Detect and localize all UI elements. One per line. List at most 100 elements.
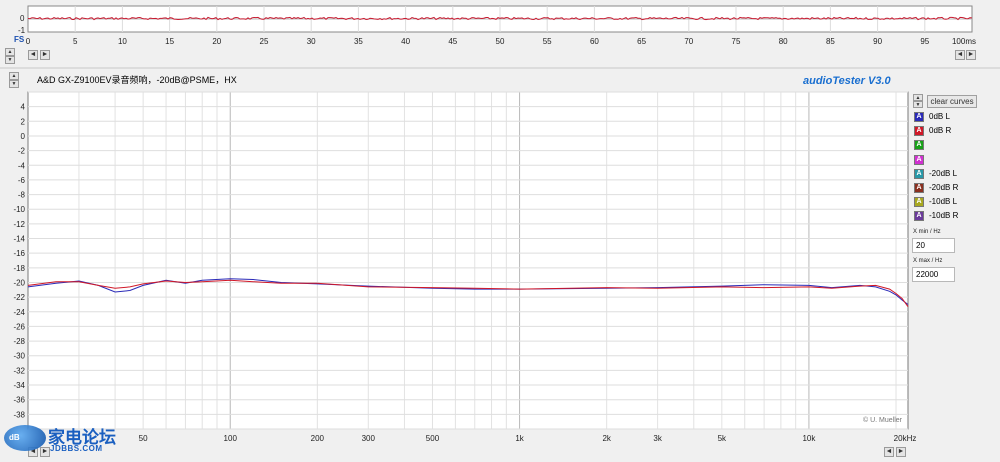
y-tick-label: -6 [18, 176, 26, 185]
legend-color-chip[interactable]: A [914, 140, 924, 151]
frequency-plot-area [27, 91, 909, 430]
chevron-right-icon: ► [41, 51, 49, 58]
watermark-small-text: dB [9, 433, 20, 442]
app-canvas: 0 5 10 15 20 25 30 35 40 45 50 55 60 65 70 75 80 85 90 95 10… [0, 5, 1000, 443]
scope-scale-up-button[interactable]: ▲ [5, 48, 15, 56]
scope-time-tick: 85 [826, 37, 835, 46]
scope-y-label-0: 0 [20, 14, 25, 23]
x-max-label: X max / Hz [913, 258, 943, 264]
y-tick-label: -16 [13, 249, 25, 258]
scope-scroll-left-button[interactable]: ◄ [28, 50, 38, 60]
x-tick-label: 50 [139, 434, 148, 443]
scope-time-tick: 15 [165, 37, 174, 46]
legend-label: 0dB L [929, 112, 950, 121]
y-tick-label: -22 [13, 293, 25, 302]
chevron-down-icon: ▼ [915, 102, 921, 108]
copyright-note: © U. Mueller [863, 416, 903, 424]
fs-label: FS [14, 35, 25, 44]
scope-time-tick: 95 [920, 37, 929, 46]
y-tick-label: -26 [13, 322, 25, 331]
app-brand-title: audioTester V3.0 [803, 75, 891, 87]
scope-time-tick: 80 [779, 37, 788, 46]
x-tick-label: 10k [802, 434, 816, 443]
frequency-x-axis: 50 100 200 300 500 1k 2k 3k 5k 10k 20kHz [139, 434, 917, 443]
scope-time-tick: 25 [260, 37, 269, 46]
legend-color-chip[interactable]: A [914, 126, 924, 137]
x-tick-label: 20kHz [894, 434, 917, 443]
scope-time-tick: 90 [873, 37, 882, 46]
y-tick-label: -2 [18, 147, 26, 156]
x-tick-label: 200 [311, 434, 325, 443]
y-tick-label: 4 [21, 103, 26, 112]
scope-y-label-1: -1 [18, 26, 26, 35]
chevron-right-icon: ► [967, 51, 975, 58]
chevron-up-icon: ▲ [7, 49, 13, 55]
scope-time-tick: 75 [732, 37, 741, 46]
top-scope-time-axis: 0 5 10 15 20 25 30 35 40 45 50 55 60 65 70 75 80 85 90 95 10… [26, 37, 976, 46]
legend-color-chip[interactable]: A [914, 168, 924, 179]
scope-scroll-right-button[interactable]: ► [40, 50, 50, 60]
legend-color-chip[interactable]: A [914, 211, 924, 222]
legend-color-chip[interactable]: A [914, 197, 924, 208]
scope-time-tick: 100ms [952, 37, 976, 46]
y-tick-label: -30 [13, 352, 25, 361]
y-tick-label: -4 [18, 161, 26, 170]
y-tick-label: -12 [13, 220, 25, 229]
chevron-down-icon: ▼ [7, 57, 13, 63]
legend-label: -20dB R [929, 183, 959, 192]
x-tick-label: 500 [426, 434, 440, 443]
y-tick-label: -14 [13, 235, 25, 244]
legend-label: -20dB L [929, 168, 958, 178]
scope-scale-down-button[interactable]: ▼ [5, 56, 15, 64]
scope-time-tick: 5 [73, 37, 78, 46]
y-tick-label: -34 [13, 381, 25, 390]
scope-time-tick: 65 [637, 37, 646, 46]
scope-time-tick: 60 [590, 37, 599, 46]
y-tick-label: -28 [13, 337, 25, 346]
freq-zoom-right-button[interactable]: ► [896, 447, 906, 457]
scope-zoom-right-button[interactable]: ► [966, 50, 976, 60]
y-tick-label: -24 [13, 308, 25, 317]
scope-time-tick: 0 [26, 37, 31, 46]
chevron-up-icon: ▲ [11, 73, 17, 79]
x-tick-label: 3k [653, 434, 662, 443]
scope-time-tick: 35 [354, 37, 363, 46]
chevron-left-icon: ◄ [956, 51, 964, 58]
freq-zoom-left-button[interactable]: ◄ [884, 447, 894, 457]
scope-time-tick: 20 [212, 37, 221, 46]
y-tick-label: -38 [13, 410, 25, 419]
scope-time-tick: 50 [496, 37, 505, 46]
watermark-en-text: JDBBS.COM [50, 444, 103, 453]
chevron-left-icon: ◄ [885, 448, 893, 455]
legend-color-chip[interactable]: A [914, 154, 924, 165]
x-max-input[interactable]: 22000 [912, 267, 955, 282]
x-tick-label: 100 [224, 434, 238, 443]
x-tick-label: 5k [718, 434, 727, 443]
frequency-y-axis: 4 2 0 -2 -4 -6 -8 -10 -12 -14 -16 -18 -20 -22 -24 -26 -2… [13, 103, 25, 420]
legend-scroll-down-button[interactable]: ▼ [913, 101, 923, 108]
measurement-caption: A&D GX-Z9100EV录音频响，-20dB@PSME，HX [37, 75, 237, 85]
legend-color-chip[interactable]: A [914, 183, 924, 193]
y-tick-label: 0 [21, 132, 26, 141]
main-scale-down-button[interactable]: ▼ [9, 80, 19, 88]
scope-time-tick: 55 [543, 37, 552, 46]
y-tick-label: -32 [13, 366, 25, 375]
site-watermark: dB 家电论坛 JDBBS.COM [4, 421, 132, 455]
scope-zoom-left-button[interactable]: ◄ [955, 50, 965, 60]
x-min-label: X min / Hz [913, 229, 941, 235]
scope-time-tick: 10 [118, 37, 127, 46]
legend-color-chip[interactable]: A [914, 112, 924, 122]
legend-label: -10dB R [929, 211, 959, 221]
legend-scroll-up-button[interactable]: ▲ [913, 94, 923, 101]
legend-label: -10dB L [929, 197, 958, 207]
x-min-input[interactable]: 20 [912, 238, 955, 253]
x-tick-label: 1k [515, 434, 524, 443]
scope-time-tick: 70 [684, 37, 693, 46]
y-tick-label: 2 [21, 117, 26, 126]
scope-time-tick: 45 [448, 37, 457, 46]
y-tick-label: -20 [13, 278, 25, 287]
main-scale-up-button[interactable]: ▲ [9, 72, 19, 80]
clear-curves-button[interactable]: clear curves [927, 95, 977, 108]
scope-time-tick: 30 [307, 37, 316, 46]
x-tick-label: 300 [362, 434, 376, 443]
